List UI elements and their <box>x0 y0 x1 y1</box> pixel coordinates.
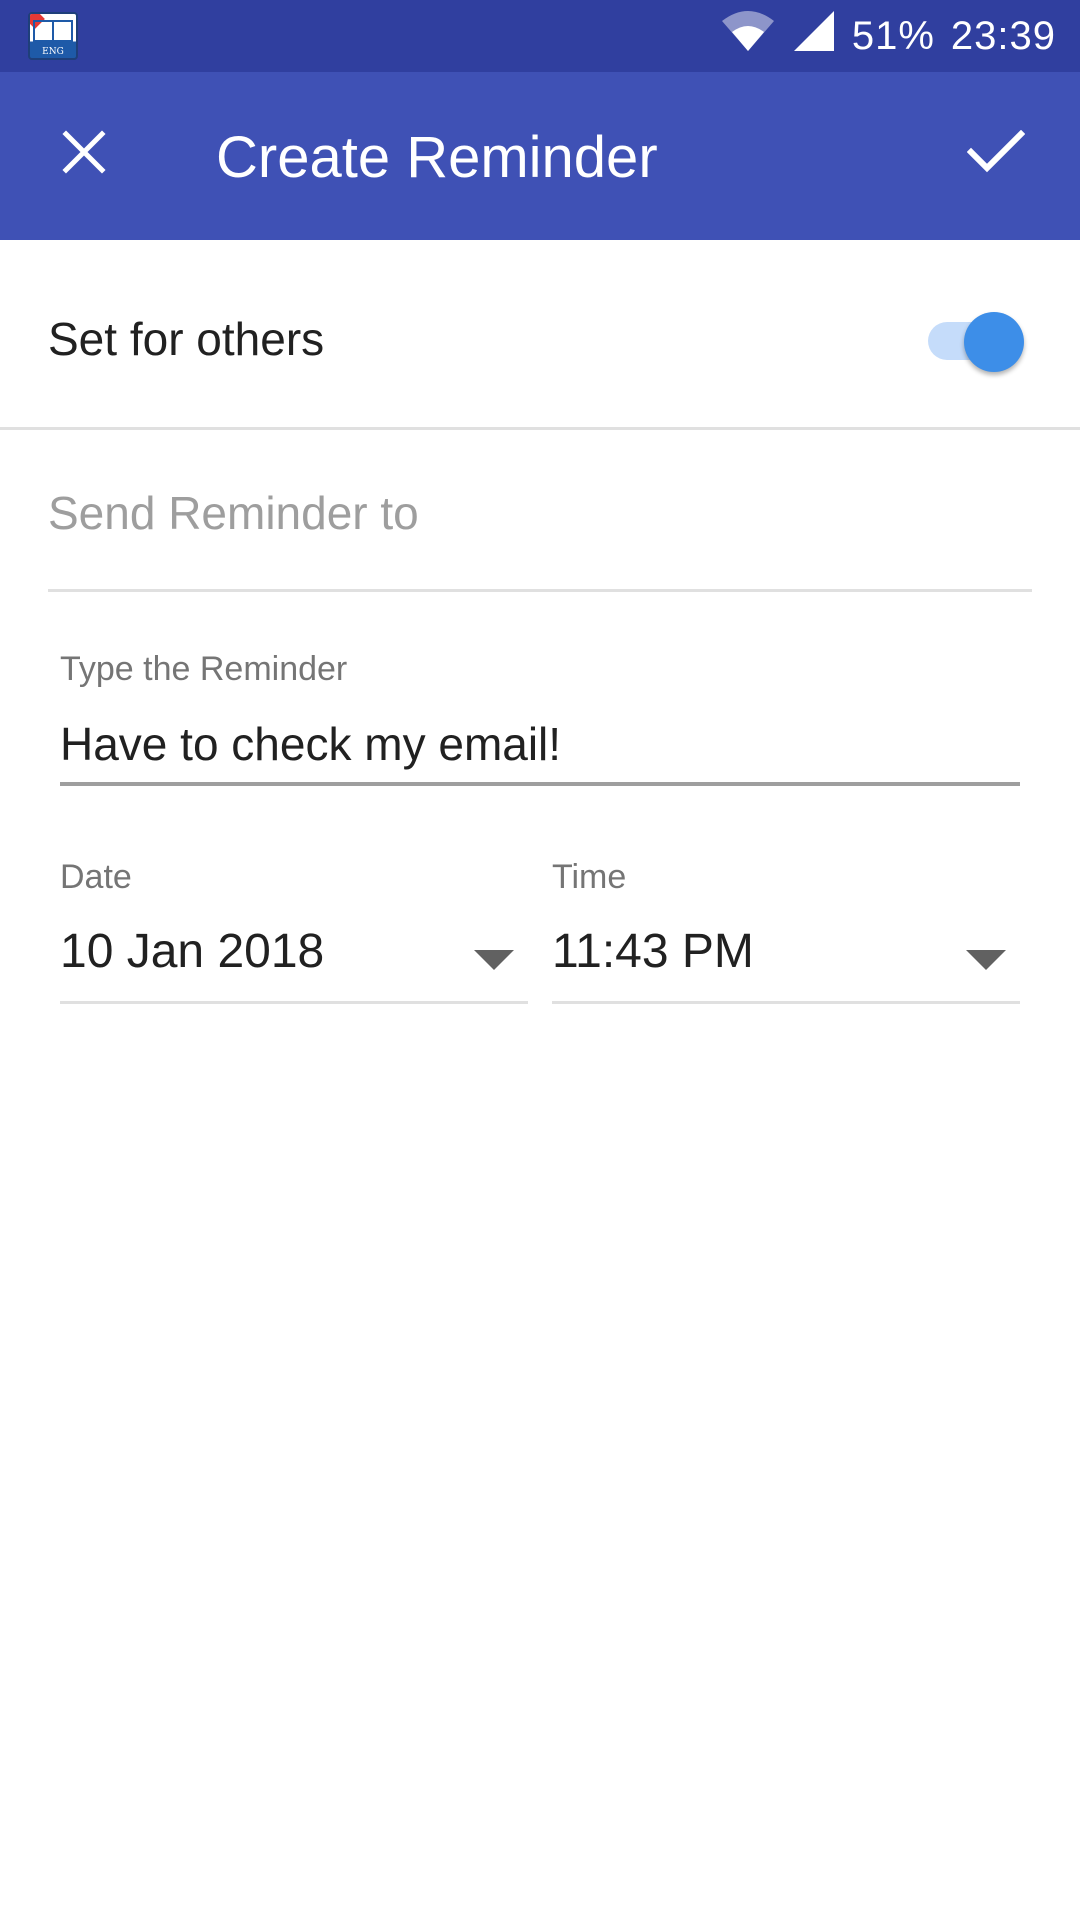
time-value: 11:43 PM <box>552 925 754 978</box>
set-for-others-switch[interactable] <box>924 312 1024 372</box>
recipient-field <box>48 470 1032 592</box>
battery-percentage: 51% <box>851 13 935 58</box>
dropdown-arrow-icon <box>474 950 514 970</box>
reminder-text-input[interactable] <box>60 706 1020 786</box>
status-bar: ENG 51% 23:39 <box>0 0 1080 72</box>
date-dropdown[interactable]: 10 Jan 2018 <box>60 922 528 1004</box>
wifi-icon <box>720 9 776 63</box>
status-indicators: 51% 23:39 <box>720 0 1056 72</box>
save-button[interactable] <box>956 112 1036 192</box>
close-icon <box>62 130 106 174</box>
time-picker: Time 11:43 PM <box>552 858 1020 1004</box>
date-picker: Date 10 Jan 2018 <box>60 858 528 1004</box>
time-label: Time <box>552 858 627 896</box>
cell-signal-icon <box>792 9 836 63</box>
clock: 23:39 <box>950 13 1056 58</box>
time-dropdown[interactable]: 11:43 PM <box>552 922 1020 1004</box>
dropdown-arrow-icon <box>966 950 1006 970</box>
set-for-others-row: Set for others <box>0 240 1080 430</box>
date-label: Date <box>60 858 132 896</box>
close-button[interactable] <box>44 112 124 192</box>
date-value: 10 Jan 2018 <box>60 925 325 978</box>
send-reminder-to-input[interactable] <box>48 470 1032 540</box>
set-for-others-label: Set for others <box>48 313 325 365</box>
reminder-field: Type the Reminder <box>60 646 1020 786</box>
app-bar: Create Reminder <box>0 72 1080 240</box>
page-title: Create Reminder <box>216 125 658 190</box>
switch-thumb <box>964 312 1024 372</box>
reminder-label: Type the Reminder <box>60 650 348 688</box>
app-notification-icon: ENG <box>28 12 78 60</box>
check-icon <box>967 130 1025 173</box>
